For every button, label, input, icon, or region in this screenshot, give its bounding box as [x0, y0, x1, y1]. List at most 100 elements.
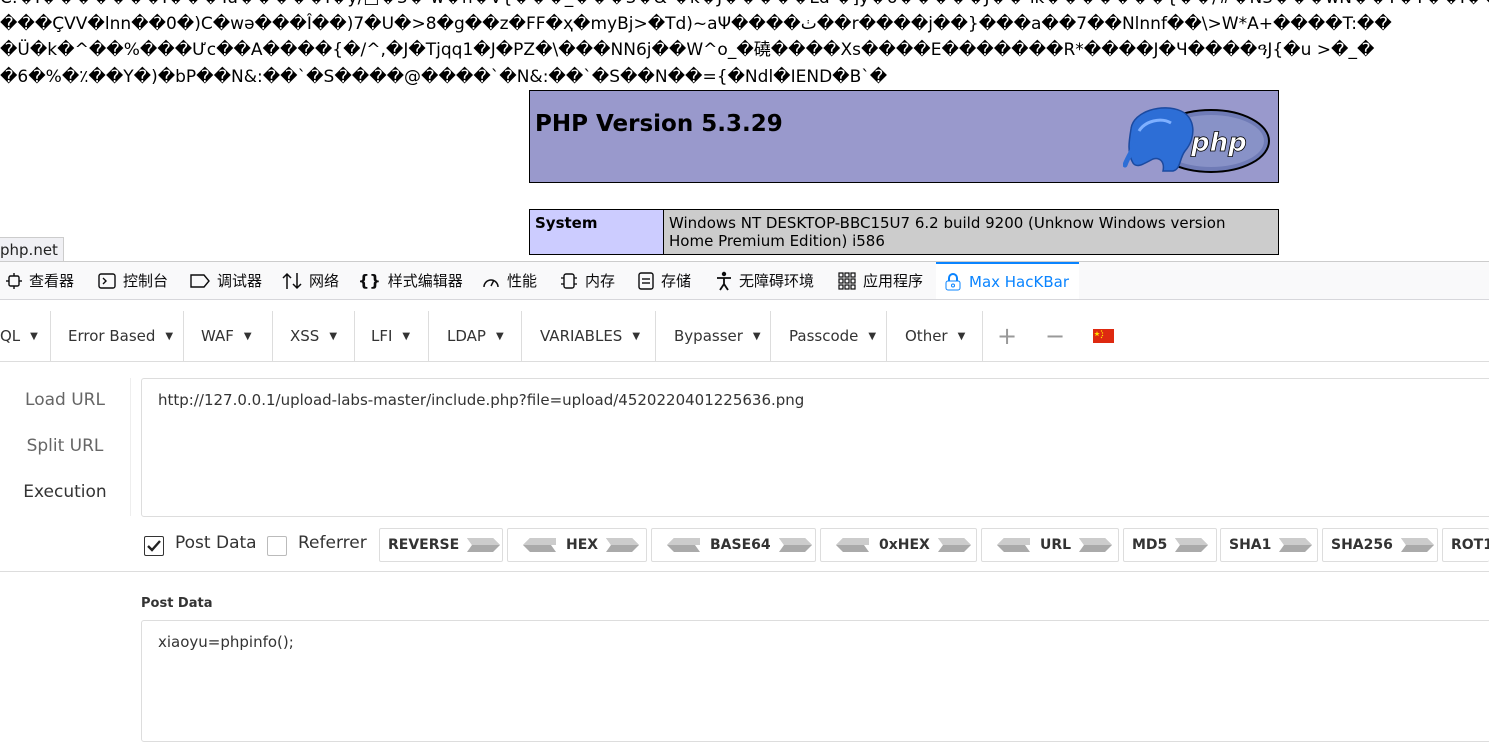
- minus-icon[interactable]: −: [1040, 311, 1070, 361]
- devtools-tab-bar: 查看器 控制台 调试器 网络 {} 样式编辑器 性能 内存 存储 无障碍环境 应…: [0, 261, 1489, 300]
- status-bar-link: php.net: [0, 237, 64, 263]
- menu-error-based[interactable]: Error Based ▼: [50, 311, 184, 361]
- debugger-icon: [190, 273, 210, 288]
- caret-down-icon: ▼: [243, 330, 252, 342]
- url-value: http://127.0.0.1/upload-labs-master/incl…: [158, 391, 805, 409]
- post-data-section-label: Post Data: [141, 596, 213, 611]
- tab-label: Max HacKBar: [969, 272, 1069, 291]
- tab-label: 内存: [585, 272, 616, 290]
- plus-icon[interactable]: +: [992, 311, 1022, 361]
- system-label: System: [529, 209, 664, 255]
- encoder-label: REVERSE: [388, 537, 460, 553]
- hex-button[interactable]: HEX: [507, 528, 647, 562]
- tab-inspector[interactable]: 查看器: [6, 262, 74, 299]
- url-encode-button[interactable]: URL: [981, 528, 1119, 562]
- garbled-binary-line-4: �6�%�٪��Y�)�bP��N&:��`�S����@����`�N&:��…: [0, 67, 888, 87]
- arrow-right-icon: [606, 538, 640, 552]
- arrow-left-icon: [997, 538, 1030, 552]
- encoder-label: ROT1: [1451, 537, 1489, 553]
- menu-ldap[interactable]: LDAP ▼: [429, 311, 522, 361]
- tab-label: 存储: [661, 272, 692, 290]
- network-icon: [282, 272, 302, 290]
- menu-label: WAF: [201, 327, 234, 345]
- tab-performance[interactable]: 性能: [482, 262, 537, 299]
- menu-other[interactable]: Other ▼: [887, 311, 983, 361]
- caret-down-icon: ▼: [752, 330, 761, 342]
- menu-bypasser[interactable]: Bypasser ▼: [656, 311, 771, 361]
- sha256-button[interactable]: SHA256: [1322, 528, 1438, 562]
- arrow-left-icon: [523, 538, 556, 552]
- storage-icon: [638, 271, 654, 290]
- tab-label: 样式编辑器: [387, 272, 463, 290]
- tab-application[interactable]: 应用程序: [838, 262, 923, 299]
- phpinfo-system-table: System Windows NT DESKTOP-BBC15U7 6.2 bu…: [529, 209, 1279, 255]
- menu-xss[interactable]: XSS ▼: [273, 311, 355, 361]
- caret-down-icon: ▼: [632, 330, 641, 342]
- tab-label: 控制台: [123, 272, 169, 290]
- arrow-right-icon: [1175, 538, 1209, 552]
- referrer-checkbox[interactable]: [267, 536, 287, 556]
- url-textarea[interactable]: http://127.0.0.1/upload-labs-master/incl…: [141, 378, 1489, 517]
- application-icon: [838, 271, 856, 290]
- menu-variables[interactable]: VARIABLES ▼: [522, 311, 656, 361]
- referrer-checkbox-label[interactable]: Referrer: [298, 533, 367, 553]
- tab-label: 应用程序: [863, 272, 924, 290]
- china-flag-icon[interactable]: [1092, 311, 1114, 361]
- split-url-button[interactable]: Split URL: [0, 424, 130, 468]
- menu-label: Passcode: [789, 327, 859, 345]
- execution-button[interactable]: Execution: [0, 470, 130, 514]
- console-icon: [98, 272, 116, 289]
- rot13-button[interactable]: ROT1: [1442, 528, 1489, 562]
- menu-label: QL: [0, 327, 21, 345]
- menu-label: Other: [905, 327, 948, 345]
- menu-label: XSS: [290, 327, 320, 345]
- encoder-label: URL: [1040, 537, 1072, 553]
- tab-storage[interactable]: 存储: [638, 262, 691, 299]
- 0xhex-button[interactable]: 0xHEX: [820, 528, 977, 562]
- caret-down-icon: ▼: [30, 330, 38, 342]
- menu-sql[interactable]: QL ▼: [0, 311, 51, 361]
- post-data-textarea[interactable]: xiaoyu=phpinfo();: [141, 620, 1489, 742]
- tab-accessibility[interactable]: 无障碍环境: [716, 262, 814, 299]
- php-elephant-logo-icon[interactable]: php: [1123, 99, 1273, 175]
- arrow-right-icon: [467, 538, 501, 552]
- post-data-value: xiaoyu=phpinfo();: [158, 633, 294, 651]
- post-data-checkbox-label[interactable]: Post Data: [175, 533, 257, 553]
- accessibility-icon: [716, 271, 732, 291]
- tab-network[interactable]: 网络: [282, 262, 339, 299]
- tab-max-hackbar[interactable]: Max HacKBar: [936, 262, 1079, 299]
- style-editor-icon: {}: [358, 271, 381, 290]
- hackbar-toolbar: QL ▼ Error Based ▼ WAF ▼ XSS ▼ LFI ▼ LDAP ▼ VA…: [0, 311, 1489, 362]
- garbled-binary-line-2: ���ÇVV�lnn��0�)C�wə���Î��)7�U�>8�g��z�FF…: [0, 14, 1392, 34]
- caret-down-icon: ▼: [495, 330, 504, 342]
- caret-down-icon: ▼: [165, 330, 174, 342]
- arrow-right-icon: [1400, 538, 1434, 552]
- tab-label: 调试器: [217, 272, 263, 290]
- menu-waf[interactable]: WAF ▼: [184, 311, 273, 361]
- lock-icon: [944, 272, 962, 291]
- reverse-button[interactable]: REVERSE: [379, 528, 503, 562]
- post-data-checkbox[interactable]: [144, 536, 164, 556]
- arrow-left-icon: [836, 538, 869, 552]
- md5-button[interactable]: MD5: [1123, 528, 1217, 562]
- sha1-button[interactable]: SHA1: [1220, 528, 1318, 562]
- caret-down-icon: ▼: [957, 330, 966, 342]
- encoder-label: 0xHEX: [879, 537, 930, 553]
- checkmark-icon: [147, 540, 161, 552]
- tab-debugger[interactable]: 调试器: [190, 262, 262, 299]
- base64-button[interactable]: BASE64: [651, 528, 816, 562]
- load-url-button[interactable]: Load URL: [0, 378, 130, 422]
- memory-icon: [560, 272, 578, 290]
- encoder-label: BASE64: [710, 537, 771, 553]
- menu-lfi[interactable]: LFI ▼: [355, 311, 429, 361]
- arrow-right-icon: [1079, 538, 1113, 552]
- divider: [0, 571, 1489, 572]
- caret-down-icon: ▼: [402, 330, 411, 342]
- menu-passcode[interactable]: Passcode ▼: [771, 311, 887, 361]
- tab-console[interactable]: 控制台: [98, 262, 168, 299]
- php-version-title: PHP Version 5.3.29: [535, 111, 783, 137]
- encoder-label: SHA1: [1229, 537, 1272, 553]
- tab-style-editor[interactable]: {} 样式编辑器: [358, 262, 463, 299]
- tab-memory[interactable]: 内存: [560, 262, 615, 299]
- arrow-right-icon: [1279, 538, 1313, 552]
